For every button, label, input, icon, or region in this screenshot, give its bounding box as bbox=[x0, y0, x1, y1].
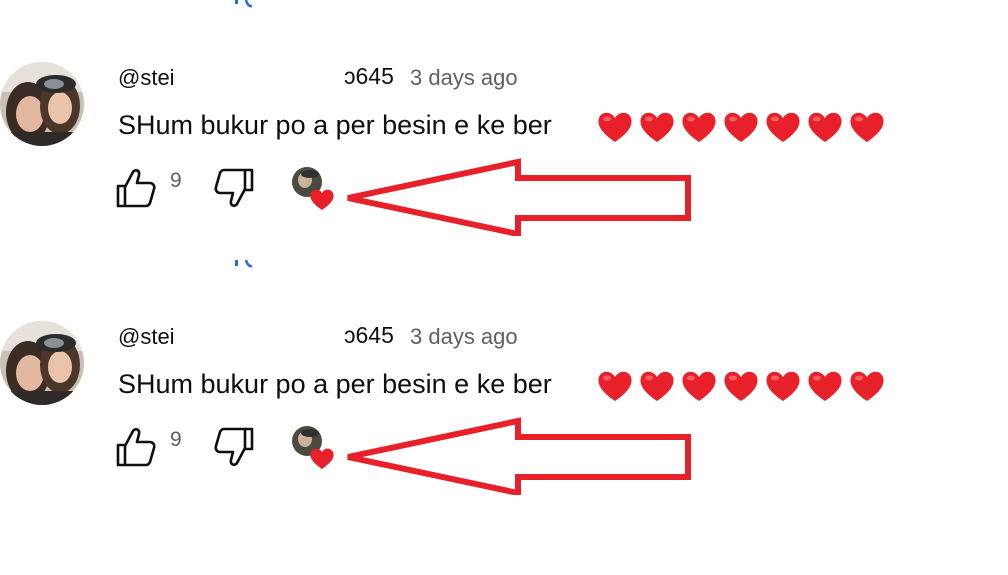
red-heart-icon bbox=[724, 112, 758, 142]
author-name-end[interactable]: ɔ645 bbox=[344, 322, 394, 349]
comment-item: @stei ɔ645 3 days ago SHum bukur po a pe… bbox=[0, 321, 1008, 511]
red-heart-icon bbox=[850, 112, 884, 142]
like-icon[interactable] bbox=[114, 425, 158, 469]
red-heart-icon bbox=[598, 112, 632, 142]
author-name-end[interactable]: ɔ645 bbox=[344, 63, 394, 90]
emoji-row bbox=[596, 369, 886, 405]
avatar[interactable] bbox=[0, 62, 84, 146]
red-heart-icon bbox=[808, 371, 842, 401]
red-heart-icon bbox=[766, 371, 800, 401]
avatar[interactable] bbox=[0, 321, 84, 405]
comment-item: @stei ɔ645 3 days ago SHum bukur po a pe… bbox=[0, 62, 1008, 252]
red-heart-icon bbox=[724, 371, 758, 401]
dislike-icon[interactable] bbox=[212, 425, 256, 469]
like-count: 9 bbox=[170, 428, 182, 451]
like-icon[interactable] bbox=[114, 166, 158, 210]
emoji-row bbox=[596, 110, 886, 146]
comment-text: SHum bukur po a per besin e ke ber bbox=[118, 369, 552, 399]
avatar-image bbox=[0, 62, 84, 146]
creator-heart-icon[interactable] bbox=[290, 425, 338, 471]
comment-timestamp[interactable]: 3 days ago bbox=[410, 65, 518, 91]
comment-timestamp[interactable]: 3 days ago bbox=[410, 324, 518, 350]
red-heart-icon bbox=[598, 371, 632, 401]
annotation-arrow bbox=[347, 158, 691, 236]
avatar-image bbox=[0, 321, 84, 405]
red-heart-icon bbox=[850, 371, 884, 401]
author-name[interactable]: @stei bbox=[118, 65, 175, 91]
annotation-arrow bbox=[347, 417, 691, 495]
red-heart-icon bbox=[682, 371, 716, 401]
creator-heart-icon[interactable] bbox=[290, 166, 338, 212]
dislike-icon[interactable] bbox=[212, 166, 256, 210]
red-heart-icon bbox=[766, 112, 800, 142]
like-count: 9 bbox=[170, 169, 182, 192]
comment-text: SHum bukur po a per besin e ke ber bbox=[118, 110, 552, 140]
red-heart-icon bbox=[640, 112, 674, 142]
reply-link-fragment bbox=[235, 259, 253, 268]
red-heart-icon bbox=[682, 112, 716, 142]
red-heart-icon bbox=[640, 371, 674, 401]
red-heart-icon bbox=[808, 112, 842, 142]
comment-thread-screenshot: @stei ɔ645 3 days ago SHum bukur po a pe… bbox=[0, 0, 1008, 575]
reply-link-fragment bbox=[235, 0, 253, 8]
author-name[interactable]: @stei bbox=[118, 324, 175, 350]
